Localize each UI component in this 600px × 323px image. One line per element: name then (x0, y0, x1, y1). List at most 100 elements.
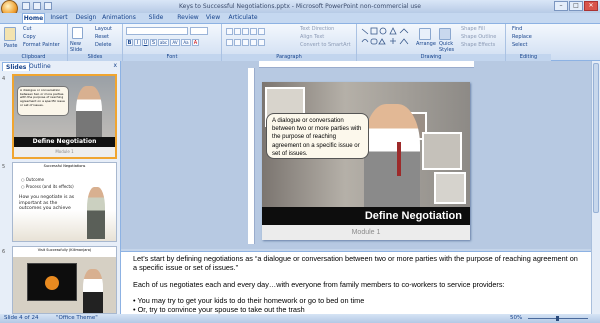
decrease-indent-icon[interactable] (242, 28, 249, 35)
tab-design[interactable]: Design (74, 13, 98, 23)
thumb-title: Define Negotiation (14, 137, 115, 147)
delete-button[interactable]: Delete (95, 42, 111, 48)
play-icon[interactable] (45, 276, 59, 290)
theme-name: "Office Theme" (56, 315, 98, 321)
zoom-slider-thumb[interactable] (556, 316, 559, 321)
photo-tile (422, 132, 462, 170)
slide-subtitle[interactable]: Module 1 (262, 225, 470, 240)
close-panel-icon[interactable]: x (113, 62, 117, 69)
thumb-person-image (87, 187, 105, 239)
notes-paragraph: Each of us negotiates each and every day… (133, 279, 505, 289)
font-format-buttons: B I U S abc AV Aa A (126, 39, 199, 46)
numbering-icon[interactable] (234, 28, 241, 35)
align-buttons (226, 39, 265, 46)
tab-view[interactable]: View (204, 13, 222, 23)
format-painter-button[interactable]: Format Painter (23, 42, 60, 48)
thumb-number: 6 (2, 249, 6, 255)
paste-button[interactable]: Paste (4, 43, 18, 49)
font-size-select[interactable] (190, 27, 208, 35)
tab-insert[interactable]: Insert (48, 13, 70, 23)
thumb-bullet: ○ Process (and its effects) (21, 184, 74, 189)
font-family-select[interactable] (126, 27, 188, 35)
align-text-button[interactable]: Align Text (300, 34, 324, 40)
thumb-subtitle: Module 1 (14, 147, 115, 157)
bold-button[interactable]: B (126, 39, 133, 46)
group-font: B I U S abc AV Aa A Font (123, 24, 222, 61)
current-slide[interactable]: A dialogue or conversation between two o… (262, 82, 470, 240)
tab-review[interactable]: Review (176, 13, 200, 23)
notes-bullet: • Or, try to convince your spouse to tak… (133, 305, 305, 314)
minimize-icon[interactable]: – (554, 1, 568, 11)
tie-image (397, 142, 401, 176)
group-drawing: Arrange Quick Styles Shape Fill Shape Ou… (357, 24, 506, 61)
editing-group-label: Editing (506, 54, 551, 61)
slide-thumbnail-4[interactable]: A dialogue or conversation between two o… (12, 74, 117, 159)
text-direction-button[interactable]: Text Direction (300, 26, 334, 32)
shapes-gallery-icon[interactable] (360, 27, 414, 49)
slide-thumbnail-5[interactable]: Successful Negotiations ○ Outcome ○ Proc… (12, 162, 117, 242)
thumb-number: 5 (2, 164, 6, 170)
italic-button[interactable]: I (134, 39, 141, 46)
convert-smartart-button[interactable]: Convert to SmartArt (300, 42, 351, 48)
ribbon-tabs: Home Insert Design Animations Slide Show… (0, 13, 600, 31)
status-bar: Slide 4 of 24 "Office Theme" 50% (0, 314, 600, 323)
zoom-level[interactable]: 50% (510, 314, 522, 323)
shape-effects-button[interactable]: Shape Effects (461, 42, 495, 48)
new-slide-icon[interactable] (72, 27, 83, 39)
select-button[interactable]: Select (512, 42, 527, 48)
arrange-icon[interactable] (419, 28, 431, 40)
notes-pane[interactable]: Let’s start by defining negotiations as … (121, 251, 591, 314)
quick-styles-button[interactable]: Quick Styles (439, 41, 457, 53)
tab-home[interactable]: Home (22, 13, 45, 23)
new-slide-button[interactable]: New Slide (70, 41, 88, 53)
slide-thumbnail-6[interactable]: Visit Successfully (Kilimanjaro) (12, 246, 117, 314)
slides-group-label: Slides (68, 54, 122, 61)
char-spacing-button[interactable]: AV (170, 39, 180, 46)
slides-panel: Slides Outline x 4 A dialogue or convers… (0, 61, 121, 314)
reset-button[interactable]: Reset (95, 34, 109, 40)
copy-button[interactable]: Copy (23, 34, 36, 40)
replace-button[interactable]: Replace (512, 34, 532, 40)
arrange-button[interactable]: Arrange (416, 41, 436, 47)
strikethrough-button[interactable]: abc (158, 39, 169, 46)
columns-icon[interactable] (258, 39, 265, 46)
align-center-icon[interactable] (234, 39, 241, 46)
tab-outline-panel[interactable]: Outline (26, 62, 54, 71)
change-case-button[interactable]: Aa (181, 39, 191, 46)
vertical-ruler (248, 68, 255, 244)
thumb-bullet-text: Outcome (25, 177, 45, 182)
scroll-thumb[interactable] (593, 63, 599, 213)
shadow-button[interactable]: S (150, 39, 157, 46)
window-controls: – □ ✕ (554, 1, 598, 11)
thumb-person-image (83, 269, 103, 313)
quick-styles-icon[interactable] (439, 28, 451, 40)
group-slides: New Slide Layout Reset Delete Slides (68, 24, 123, 61)
underline-button[interactable]: U (142, 39, 149, 46)
layout-button[interactable]: Layout (95, 26, 112, 32)
drawing-group-label: Drawing (357, 54, 505, 61)
paste-icon[interactable] (4, 27, 16, 41)
align-right-icon[interactable] (242, 39, 249, 46)
maximize-icon[interactable]: □ (569, 1, 583, 11)
notes-paragraph: Let’s start by defining negotiations as … (133, 254, 578, 273)
close-icon[interactable]: ✕ (584, 1, 598, 11)
tab-animations[interactable]: Animations (102, 13, 136, 23)
align-left-icon[interactable] (226, 39, 233, 46)
cut-button[interactable]: Cut (23, 26, 32, 32)
justify-icon[interactable] (250, 39, 257, 46)
bullets-icon[interactable] (226, 28, 233, 35)
find-button[interactable]: Find (512, 26, 522, 32)
font-color-button[interactable]: A (192, 39, 199, 46)
shape-fill-button[interactable]: Shape Fill (461, 26, 485, 32)
thumb-callout: A dialogue or conversation between two o… (17, 86, 69, 116)
vertical-scrollbar[interactable] (591, 61, 600, 314)
tab-articulate[interactable]: Articulate (227, 13, 259, 23)
line-spacing-icon[interactable] (258, 28, 265, 35)
definition-callout[interactable]: A dialogue or conversation between two o… (266, 113, 369, 159)
increase-indent-icon[interactable] (250, 28, 257, 35)
font-group-label: Font (123, 54, 221, 61)
thumb-title: Successful Negotiations (43, 164, 86, 168)
slide-title[interactable]: Define Negotiation (262, 207, 470, 225)
shape-outline-button[interactable]: Shape Outline (461, 34, 496, 40)
tab-slide-show[interactable]: Slide Show (140, 13, 172, 31)
